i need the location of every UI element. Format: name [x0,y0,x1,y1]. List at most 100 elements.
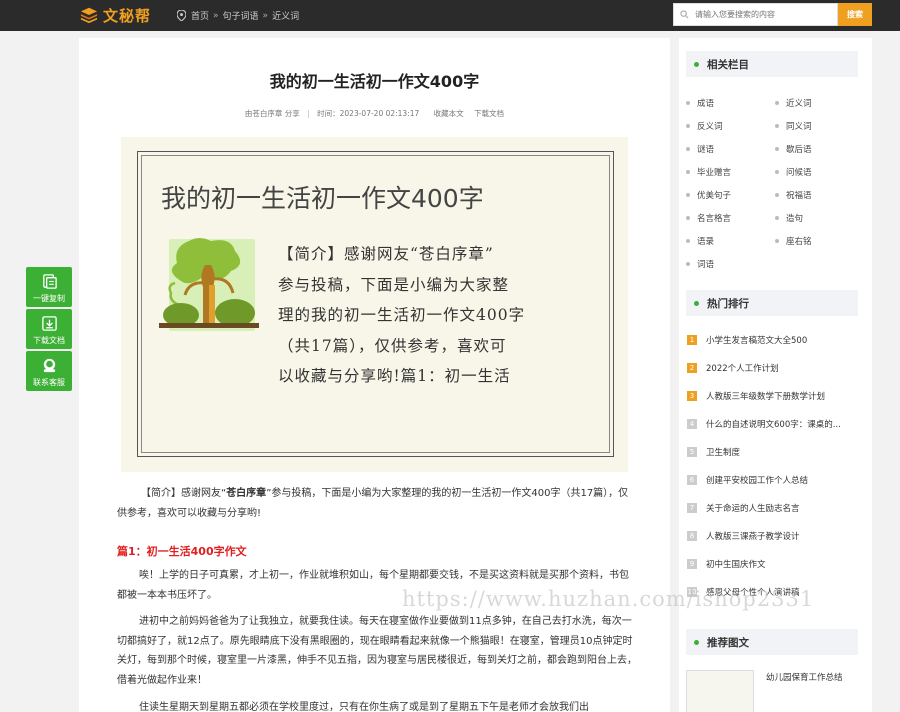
cover-line: 以收藏与分享哟!篇1：初一生活 [278,367,511,385]
tag-link[interactable]: 语录 [686,235,714,247]
tag-link[interactable]: 成语 [686,97,714,109]
tag-link[interactable]: 歇后语 [775,143,812,155]
hot-item[interactable]: 5 卫生制度 [687,446,862,458]
cover-title: 我的初一生活初一作文400字 [161,184,484,213]
tag-link[interactable]: 名言格言 [686,212,731,224]
watermark: https://www.huzhan.com/ishop2331 [402,587,815,611]
rank-number: 2 [687,363,697,373]
intro-author: 苍白序章 [226,488,267,499]
bullet-dot-icon [694,300,699,306]
customer-service-button[interactable]: 联系客服 [26,351,72,391]
tag-link[interactable]: 词语 [686,258,714,270]
tag-link[interactable]: 造句 [775,212,803,224]
customer-service-label: 联系客服 [33,378,65,387]
article-source[interactable]: 由苍白序章 分享 [245,109,300,118]
breadcrumb-current[interactable]: 近义词 [272,9,299,22]
cover-line: 理的我的初一生活初一作文400字 [278,306,526,324]
rank-number: 7 [687,503,697,513]
hot-item[interactable]: 6 创建平安校园工作个人总结 [687,474,862,486]
logo-text: 文秘帮 [103,6,152,25]
article-intro: 【简介】感谢网友“苍白序章”参与投稿，下面是小编为大家整理的我的初一生活初一作文… [117,484,637,523]
article-time: 时间：2023-07-20 02:13:17 [317,109,420,118]
hot-item-title: 什么的自述说明文600字：课桌的... [706,420,841,430]
article-title: 我的初一生活初一作文400字 [269,72,480,91]
bookmark-link[interactable]: 收藏本文 [434,109,464,118]
cover-image: 我的初一生活初一作文400字 【简介】感谢网友“苍白序章” 参与投稿，下面是小编… [121,137,628,472]
hot-item[interactable]: 4 什么的自述说明文600字：课桌的... [687,418,862,430]
breadcrumb: 首页 » 句子词语 » 近义词 [177,9,299,22]
books-icon [80,7,98,24]
hot-item[interactable]: 8 人教版三课燕子教学设计 [687,530,862,542]
recommended-thumbnail[interactable] [686,670,754,712]
download-icon [41,316,57,331]
search-input[interactable] [695,10,835,19]
bullet-dot-icon [694,639,699,645]
search-icon [680,10,689,19]
hot-item-title: 2022个人工作计划 [706,364,779,374]
cover-line: 参与投稿，下面是小编为大家整 [278,275,510,294]
tag-link[interactable]: 优美句子 [686,189,731,201]
hot-ranking-header: 热门排行 [686,290,858,316]
rank-number: 1 [687,335,697,345]
hot-item-title: 关于命运的人生励志名言 [706,504,800,514]
hot-item-title: 人教版三年级数学下册数学计划 [706,392,826,402]
rank-number: 6 [687,475,697,485]
hot-item-title: 小学生发言稿范文大全500 [706,336,808,346]
hot-item[interactable]: 7 关于命运的人生励志名言 [687,502,862,514]
rank-number: 5 [687,447,697,457]
bullet-dot-icon [694,61,699,67]
headset-icon [43,358,55,373]
tree-icon [159,238,259,331]
tag-link[interactable]: 座右铭 [775,235,812,247]
hot-item[interactable]: 1 小学生发言稿范文大全500 [687,334,862,346]
copy-button-label: 一键复制 [33,294,65,303]
related-columns-header: 相关栏目 [686,51,858,77]
cover-text: 【简介】感谢网友“苍白序章” 参与投稿，下面是小编为大家整 理的我的初一生活初一… [278,239,568,392]
location-pin-icon [177,10,186,21]
tag-link[interactable]: 祝福语 [775,189,812,201]
cover-line: 【简介】感谢网友“苍白序章” [278,245,494,263]
search-box [673,3,838,26]
hot-item-title: 卫生制度 [706,448,741,458]
download-link[interactable]: 下载文档 [474,109,504,118]
rank-number: 8 [687,531,697,541]
breadcrumb-separator: » [213,10,219,21]
article-meta: 由苍白序章 分享 | 时间：2023-07-20 02:13:17 收藏本文 下… [79,108,670,119]
hot-item[interactable]: 2 2022个人工作计划 [687,362,862,374]
hot-item[interactable]: 3 人教版三年级数学下册数学计划 [687,390,862,402]
download-button-label: 下载文档 [33,336,65,345]
tag-link[interactable]: 近义词 [775,97,812,109]
site-logo[interactable]: 文秘帮 [80,5,151,25]
download-button[interactable]: 下载文档 [26,309,72,349]
rank-number: 3 [687,391,697,401]
tag-link[interactable]: 同义词 [775,120,812,132]
recommended-header: 推荐图文 [686,629,858,655]
copy-button[interactable]: 一键复制 [26,267,72,307]
tag-link[interactable]: 问候语 [775,166,812,178]
hot-ranking-title: 热门排行 [707,297,749,310]
copy-icon [42,274,57,289]
recommended-item-title[interactable]: 幼儿园保育工作总结 [766,671,843,683]
intro-prefix: 【简介】感谢网友“ [141,488,227,499]
breadcrumb-separator: » [262,10,269,21]
related-columns-title: 相关栏目 [707,58,749,71]
tag-link[interactable]: 反义词 [686,120,723,132]
rank-number: 9 [687,559,697,569]
hot-item[interactable]: 9 初中生国庆作文 [687,558,862,570]
search-bar: 搜索 [673,3,872,26]
hot-item-title: 创建平安校园工作个人总结 [706,476,809,486]
section-heading: 篇1：初一生活400字作文 [117,545,247,558]
recommended-title: 推荐图文 [707,636,749,649]
cover-line: （共17篇），仅供参考，喜欢可 [278,336,507,355]
article-paragraph: 住读生星期天到星期五都必须在学校里度过，只有在你生病了或是到了星期五下午是老师才… [139,702,589,712]
tag-link[interactable]: 毕业赠言 [686,166,731,178]
top-navbar: 文秘帮 首页 » 句子词语 » 近义词 搜索 [0,0,900,31]
breadcrumb-category[interactable]: 句子词语 [223,9,259,22]
tag-link[interactable]: 谜语 [686,143,714,155]
hot-item-title: 初中生国庆作文 [706,560,766,570]
breadcrumb-home[interactable]: 首页 [191,9,209,22]
meta-divider: | [307,109,310,118]
search-button[interactable]: 搜索 [838,3,872,26]
hot-item-title: 人教版三课燕子教学设计 [706,532,800,542]
rank-number: 4 [687,419,697,429]
